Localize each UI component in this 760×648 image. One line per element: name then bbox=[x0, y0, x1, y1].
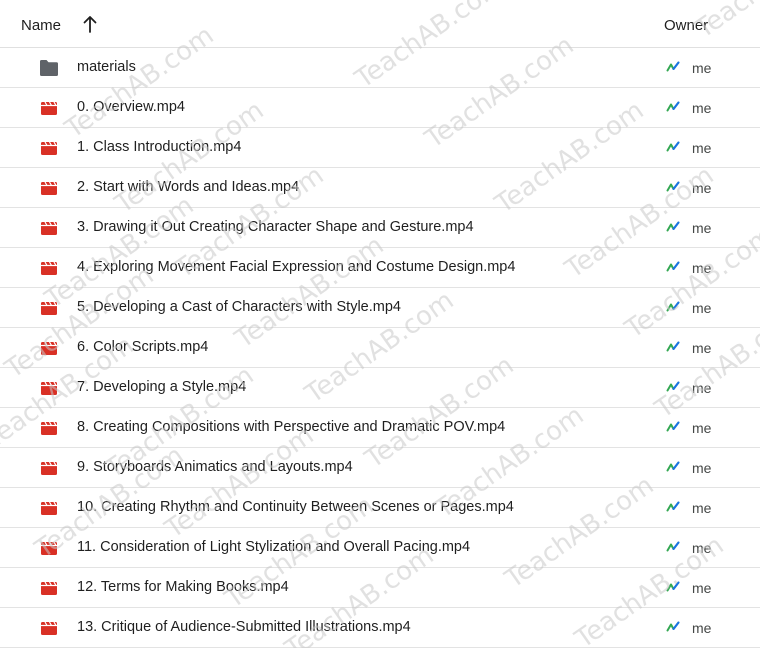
file-row[interactable]: 5. Developing a Cast of Characters with … bbox=[0, 288, 760, 328]
video-file-icon bbox=[38, 338, 60, 358]
file-row[interactable]: 8. Creating Compositions with Perspectiv… bbox=[0, 408, 760, 448]
owner-avatar-icon bbox=[666, 60, 680, 74]
file-name: 1. Class Introduction.mp4 bbox=[77, 139, 242, 155]
video-file-icon bbox=[38, 138, 60, 158]
file-row[interactable]: 0. Overview.mp4 me bbox=[0, 88, 760, 128]
owner-name: me bbox=[692, 580, 712, 596]
video-file-icon bbox=[38, 178, 60, 198]
owner-name: me bbox=[692, 220, 712, 236]
video-file-icon bbox=[38, 298, 60, 318]
owner-name: me bbox=[692, 100, 712, 116]
owner-avatar-icon bbox=[666, 420, 680, 434]
file-name: 2. Start with Words and Ideas.mp4 bbox=[77, 179, 300, 195]
owner-avatar-icon bbox=[666, 380, 680, 394]
file-list-view: Name Owner materials me 0. Overview.mp4 me 1… bbox=[0, 0, 760, 648]
file-row[interactable]: 11. Consideration of Light Stylization a… bbox=[0, 528, 760, 568]
file-name: 13. Critique of Audience-Submitted Illus… bbox=[77, 619, 411, 635]
owner-avatar-icon bbox=[666, 460, 680, 474]
file-name: 8. Creating Compositions with Perspectiv… bbox=[77, 419, 506, 435]
owner-name: me bbox=[692, 260, 712, 276]
video-file-icon bbox=[38, 378, 60, 398]
owner-name: me bbox=[692, 300, 712, 316]
owner-avatar-icon bbox=[666, 540, 680, 554]
file-row[interactable]: 13. Critique of Audience-Submitted Illus… bbox=[0, 608, 760, 648]
owner-avatar-icon bbox=[666, 620, 680, 634]
video-file-icon bbox=[38, 98, 60, 118]
file-row[interactable]: 7. Developing a Style.mp4 me bbox=[0, 368, 760, 408]
file-name: 0. Overview.mp4 bbox=[77, 99, 185, 115]
file-name: materials bbox=[77, 59, 136, 75]
owner-avatar-icon bbox=[666, 580, 680, 594]
file-name: 9. Storyboards Animatics and Layouts.mp4 bbox=[77, 459, 353, 475]
owner-column-header[interactable]: Owner bbox=[664, 17, 708, 34]
owner-name: me bbox=[692, 140, 712, 156]
file-name: 12. Terms for Making Books.mp4 bbox=[77, 579, 289, 595]
video-file-icon bbox=[38, 578, 60, 598]
owner-avatar-icon bbox=[666, 180, 680, 194]
owner-avatar-icon bbox=[666, 500, 680, 514]
video-file-icon bbox=[38, 218, 60, 238]
file-row[interactable]: 4. Exploring Movement Facial Expression … bbox=[0, 248, 760, 288]
owner-name: me bbox=[692, 180, 712, 196]
owner-name: me bbox=[692, 540, 712, 556]
owner-avatar-icon bbox=[666, 300, 680, 314]
file-name: 7. Developing a Style.mp4 bbox=[77, 379, 247, 395]
owner-name: me bbox=[692, 460, 712, 476]
owner-name: me bbox=[692, 620, 712, 636]
video-file-icon bbox=[38, 618, 60, 638]
video-file-icon bbox=[38, 538, 60, 558]
video-file-icon bbox=[38, 258, 60, 278]
owner-name: me bbox=[692, 60, 712, 76]
owner-avatar-icon bbox=[666, 100, 680, 114]
file-name: 11. Consideration of Light Stylization a… bbox=[77, 539, 471, 555]
folder-icon bbox=[38, 58, 60, 78]
owner-name: me bbox=[692, 340, 712, 356]
video-file-icon bbox=[38, 498, 60, 518]
file-name: 4. Exploring Movement Facial Expression … bbox=[77, 259, 516, 275]
file-row[interactable]: 10. Creating Rhythm and Continuity Betwe… bbox=[0, 488, 760, 528]
file-row[interactable]: 1. Class Introduction.mp4 me bbox=[0, 128, 760, 168]
owner-avatar-icon bbox=[666, 340, 680, 354]
owner-avatar-icon bbox=[666, 220, 680, 234]
list-header: Name Owner bbox=[0, 0, 760, 48]
owner-avatar-icon bbox=[666, 260, 680, 274]
name-column-header[interactable]: Name bbox=[21, 17, 61, 34]
file-rows: materials me 0. Overview.mp4 me 1. Class Int… bbox=[0, 48, 760, 648]
video-file-icon bbox=[38, 418, 60, 438]
video-file-icon bbox=[38, 458, 60, 478]
file-name: 5. Developing a Cast of Characters with … bbox=[77, 299, 401, 315]
file-row[interactable]: 12. Terms for Making Books.mp4 me bbox=[0, 568, 760, 608]
folder-row[interactable]: materials me bbox=[0, 48, 760, 88]
file-row[interactable]: 9. Storyboards Animatics and Layouts.mp4… bbox=[0, 448, 760, 488]
owner-name: me bbox=[692, 380, 712, 396]
file-row[interactable]: 2. Start with Words and Ideas.mp4 me bbox=[0, 168, 760, 208]
file-row[interactable]: 3. Drawing it Out Creating Character Sha… bbox=[0, 208, 760, 248]
owner-name: me bbox=[692, 420, 712, 436]
file-name: 10. Creating Rhythm and Continuity Betwe… bbox=[77, 499, 514, 515]
file-row[interactable]: 6. Color Scripts.mp4 me bbox=[0, 328, 760, 368]
file-name: 6. Color Scripts.mp4 bbox=[77, 339, 209, 355]
file-name: 3. Drawing it Out Creating Character Sha… bbox=[77, 219, 474, 235]
sort-ascending-icon[interactable] bbox=[80, 12, 100, 36]
owner-name: me bbox=[692, 500, 712, 516]
owner-avatar-icon bbox=[666, 140, 680, 154]
